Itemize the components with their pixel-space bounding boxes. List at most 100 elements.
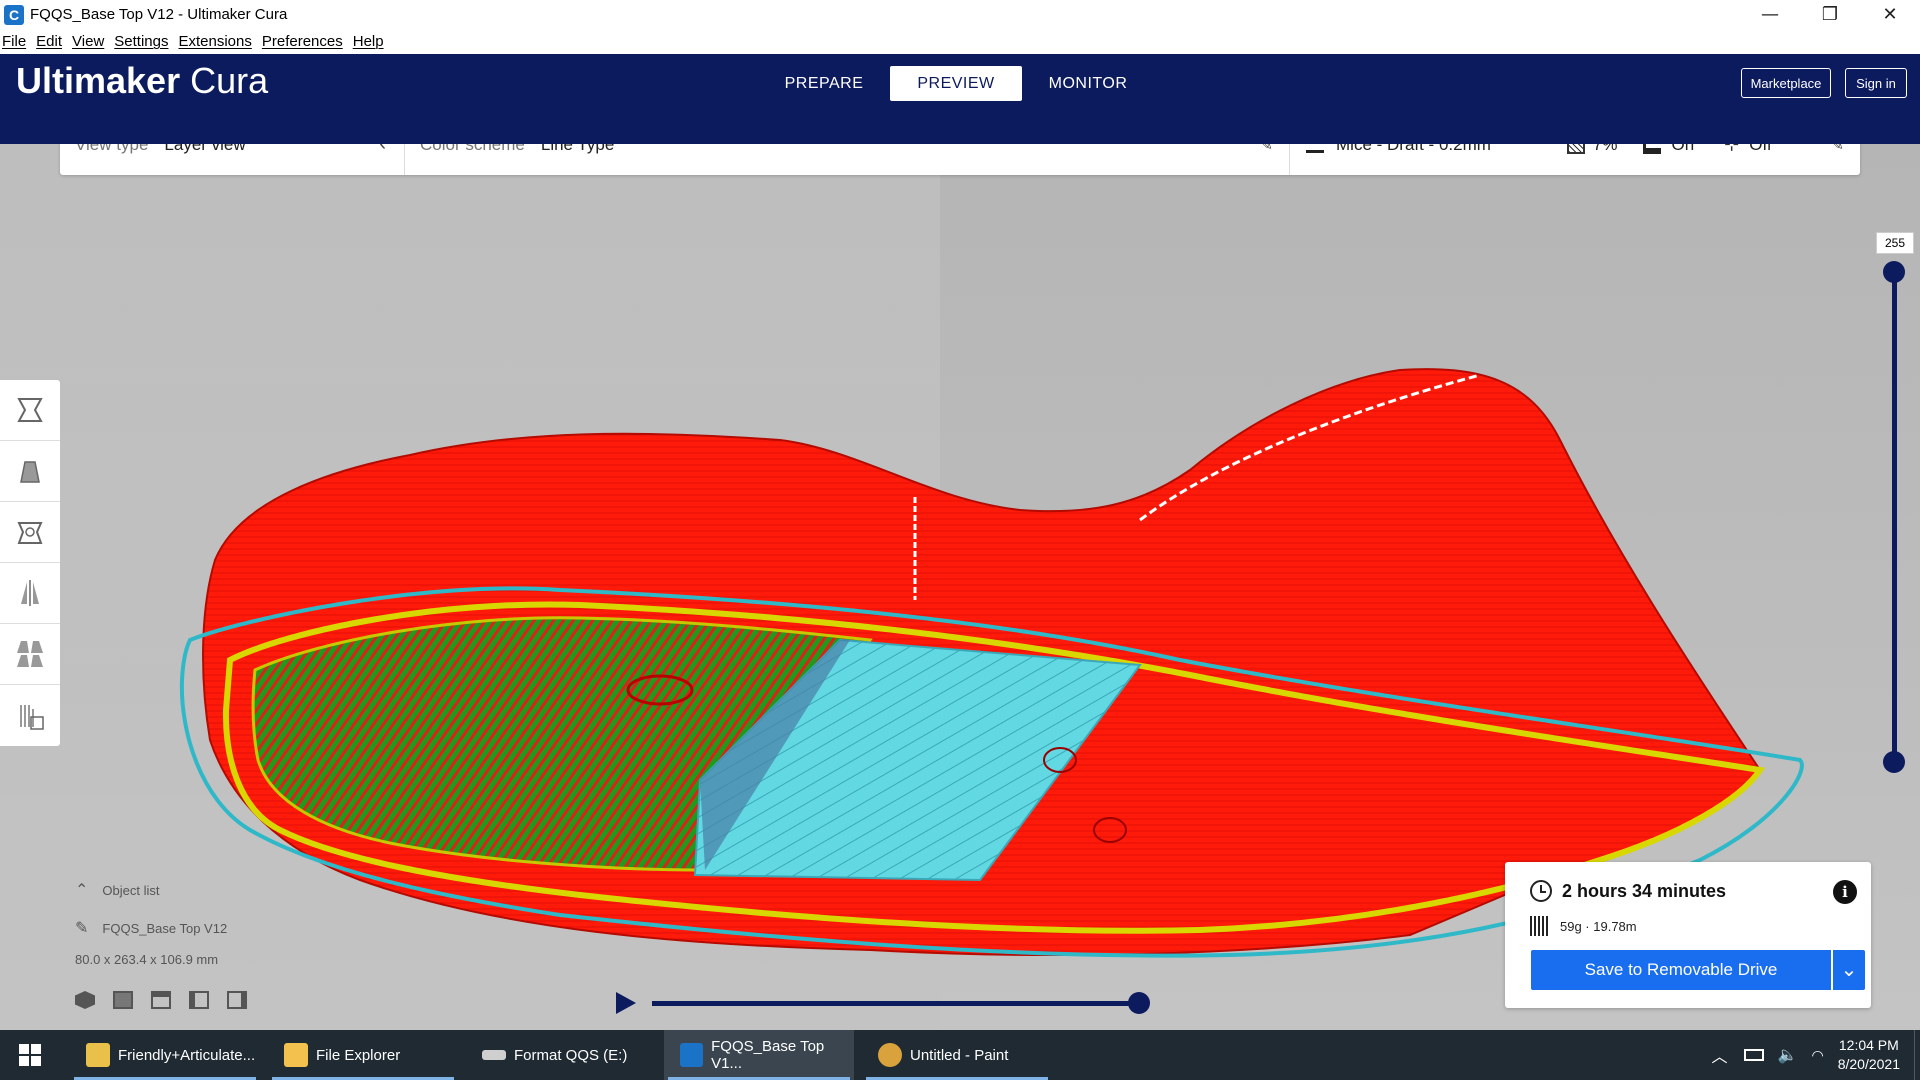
system-tray: ︿ 🔈 ◠ 12:04 PM 8/20/2021: [1712, 1030, 1920, 1080]
view-type-selector[interactable]: View type Layer view ‹: [60, 144, 405, 175]
object-list-panel: ⌃ Object list ✎ FQQS_Base Top V12 80.0 x…: [75, 880, 247, 1009]
view-type-value: Layer view: [164, 144, 246, 154]
play-icon[interactable]: [612, 990, 638, 1016]
left-toolbar: [0, 380, 60, 746]
brand-logo: Ultimaker Cura: [16, 60, 268, 102]
chevron-down-icon: ⌄: [1840, 959, 1858, 981]
windows-logo-icon: [19, 1044, 41, 1066]
support-icon: [1643, 144, 1662, 154]
front-view-icon[interactable]: [113, 991, 133, 1009]
menu-bar: File Edit View Settings Extensions Prefe…: [0, 29, 1920, 54]
stage-tabs: PREPARE PREVIEW MONITOR: [758, 66, 1154, 101]
taskbar-item-format-qqs[interactable]: Format QQS (E:): [466, 1030, 656, 1080]
right-view-icon[interactable]: [227, 991, 247, 1009]
object-list-label: Object list: [102, 882, 160, 898]
infill-icon: [1566, 144, 1585, 154]
window-title: FQQS_Base Top V12 - Ultimaker Cura: [30, 6, 288, 23]
view-type-label: View type: [75, 144, 149, 154]
menu-edit[interactable]: Edit: [32, 33, 68, 50]
wifi-icon[interactable]: ◠: [1811, 1047, 1823, 1064]
adhesion-value: Off: [1749, 144, 1772, 154]
marketplace-button[interactable]: Marketplace: [1741, 68, 1831, 98]
taskbar-item-label: Friendly+Articulate...: [118, 1046, 256, 1064]
tab-monitor[interactable]: MONITOR: [1022, 66, 1154, 101]
start-button[interactable]: [0, 1030, 60, 1080]
color-scheme-selector[interactable]: Color scheme Line Type ✎: [405, 144, 1290, 175]
restore-button[interactable]: ❐: [1800, 0, 1860, 29]
show-desktop-button[interactable]: [1914, 1030, 1920, 1080]
menu-view[interactable]: View: [68, 33, 110, 50]
support-blocker-icon[interactable]: [0, 685, 60, 746]
camera-view-buttons: [75, 991, 247, 1009]
menu-help[interactable]: Help: [349, 33, 390, 50]
menu-file[interactable]: File: [0, 33, 32, 50]
3d-view-icon[interactable]: [75, 991, 95, 1009]
tab-prepare[interactable]: PREPARE: [758, 66, 890, 101]
support-value: On: [1671, 144, 1695, 154]
chevron-up-icon[interactable]: ︿: [1712, 1043, 1728, 1067]
battery-icon[interactable]: [1743, 1049, 1764, 1061]
title-bar: C FQQS_Base Top V12 - Ultimaker Cura — ❐…: [0, 0, 1920, 29]
chevron-up-icon: ⌃: [75, 882, 89, 899]
3d-viewport[interactable]: View type Layer view ‹ Color scheme Line…: [0, 144, 1920, 1030]
rotate-tool-icon[interactable]: [0, 502, 60, 563]
save-to-removable-drive-button[interactable]: Save to Removable Drive: [1531, 950, 1831, 990]
taskbar-item-label: Format QQS (E:): [514, 1046, 628, 1064]
menu-extensions[interactable]: Extensions: [174, 33, 257, 50]
taskbar-item-cura[interactable]: FQQS_Base Top V1...: [664, 1030, 854, 1080]
clock-date: 8/20/2021: [1837, 1056, 1900, 1072]
app-header: Ultimaker Cura PREPARE PREVIEW MONITOR M…: [0, 54, 1920, 144]
layer-slider-top-handle[interactable]: [1883, 261, 1905, 283]
infill-value: 7%: [1592, 144, 1618, 154]
brand-light: Cura: [190, 60, 269, 101]
profile-name: Mice - Draft - 0.2mm: [1336, 144, 1491, 154]
taskbar-item-label: File Explorer: [316, 1046, 401, 1064]
drive-icon: [482, 1050, 506, 1060]
adhesion-icon: ⊹: [1724, 144, 1740, 154]
close-button[interactable]: ✕: [1860, 0, 1920, 29]
object-dimensions: 80.0 x 263.4 x 106.9 mm: [75, 952, 219, 967]
volume-icon[interactable]: 🔈: [1778, 1045, 1798, 1065]
clock-icon: [1530, 880, 1552, 902]
object-name: FQQS_Base Top V12: [102, 920, 228, 936]
per-model-settings-icon[interactable]: [0, 624, 60, 685]
output-device-dropdown[interactable]: ⌄: [1833, 950, 1865, 990]
folder-icon: [284, 1043, 308, 1067]
pencil-icon[interactable]: ✎: [75, 918, 88, 938]
mirror-tool-icon[interactable]: [0, 563, 60, 624]
path-slider-track[interactable]: [652, 1001, 1140, 1006]
pencil-icon: ✎: [1830, 144, 1844, 154]
left-view-icon[interactable]: [189, 991, 209, 1009]
minimize-button[interactable]: —: [1740, 0, 1800, 29]
taskbar-item-paint[interactable]: Untitled - Paint: [862, 1030, 1052, 1080]
view-toolbar: View type Layer view ‹ Color scheme Line…: [60, 144, 1860, 175]
chevron-left-icon: ‹: [379, 144, 386, 155]
pencil-icon: ✎: [1259, 144, 1273, 154]
print-time: 2 hours 34 minutes: [1562, 880, 1727, 901]
scale-tool-icon[interactable]: [0, 441, 60, 502]
menu-settings[interactable]: Settings: [110, 33, 174, 50]
taskbar-item-file-explorer[interactable]: File Explorer: [268, 1030, 458, 1080]
menu-preferences[interactable]: Preferences: [258, 33, 349, 50]
object-list-toggle[interactable]: ⌃ Object list: [75, 880, 247, 900]
print-settings-summary[interactable]: Mice - Draft - 0.2mm 7% On ⊹ Off ✎: [1290, 144, 1860, 175]
windows-taskbar: Friendly+Articulate... File Explorer For…: [0, 1030, 1920, 1080]
system-clock[interactable]: 12:04 PM 8/20/2021: [1838, 1036, 1900, 1074]
layer-slider-track[interactable]: [1892, 272, 1897, 762]
cura-icon: [680, 1043, 704, 1067]
material-spool-icon: [1530, 916, 1550, 936]
current-layer-number[interactable]: 255: [1876, 232, 1914, 254]
info-icon[interactable]: i: [1833, 880, 1857, 904]
layer-slider-bottom-handle[interactable]: [1883, 751, 1905, 773]
print-output-panel: 2 hours 34 minutes i 59g · 19.78m Save t…: [1505, 862, 1871, 1008]
path-slider-handle[interactable]: [1128, 992, 1150, 1014]
tab-preview[interactable]: PREVIEW: [890, 66, 1022, 101]
sign-in-button[interactable]: Sign in: [1845, 68, 1907, 98]
top-view-icon[interactable]: [151, 991, 171, 1009]
color-scheme-value: Line Type: [540, 144, 615, 154]
cura-app-icon: C: [4, 4, 24, 25]
folder-zip-icon: [86, 1043, 110, 1067]
taskbar-item-friendly[interactable]: Friendly+Articulate...: [70, 1030, 260, 1080]
move-tool-icon[interactable]: [0, 380, 60, 441]
profile-icon: [1306, 144, 1324, 153]
